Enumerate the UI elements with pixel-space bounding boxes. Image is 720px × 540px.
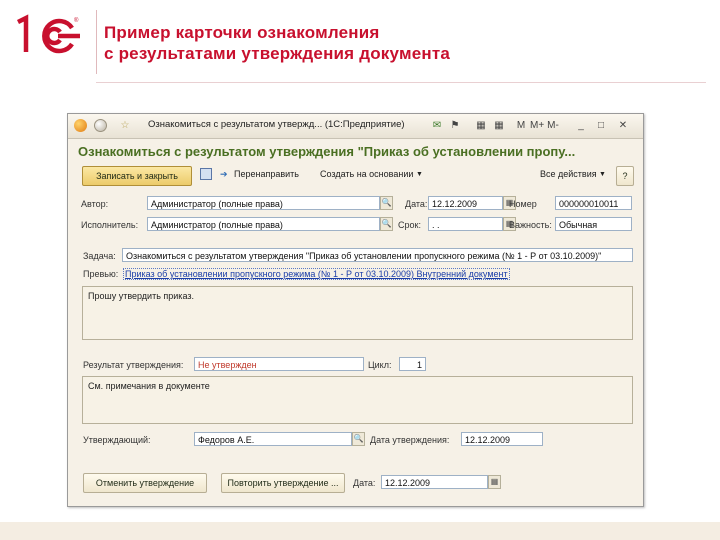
all-actions-button[interactable]: Все действия: [540, 169, 597, 179]
deadline-label: Срок:: [398, 220, 421, 230]
bottom-date-label: Дата:: [353, 478, 376, 488]
cycle-label: Цикл:: [368, 360, 392, 370]
1c-logo: ®: [16, 14, 80, 54]
mail-icon[interactable]: ✉: [430, 119, 444, 132]
preview-link[interactable]: Приказ об установлении пропускного режим…: [123, 268, 510, 280]
minimize-icon[interactable]: _: [574, 119, 588, 132]
create-based-button[interactable]: Создать на основании: [320, 169, 413, 179]
menu-icon[interactable]: [94, 119, 107, 132]
approval-date-field[interactable]: 12.12.2009: [461, 432, 543, 446]
author-label: Автор:: [81, 199, 109, 209]
memory-minus-icon[interactable]: M-: [546, 119, 560, 132]
executor-label: Исполнитель:: [81, 220, 139, 230]
svg-text:®: ®: [74, 17, 79, 24]
description-area[interactable]: Прошу утвердить приказ.: [82, 286, 633, 340]
slide-title: Пример карточки ознакомления с результат…: [104, 22, 450, 64]
date-field[interactable]: 12.12.2009: [428, 196, 503, 210]
document-heading: Ознакомиться с результатом утверждения "…: [78, 144, 576, 159]
number-label: Номер: [509, 199, 537, 209]
executor-search-icon[interactable]: 🔍: [380, 217, 393, 231]
result-field[interactable]: Не утвержден: [194, 357, 364, 371]
all-actions-chevron-icon[interactable]: ▼: [599, 171, 606, 178]
header-underline: [96, 82, 706, 83]
close-icon[interactable]: ✕: [616, 119, 630, 132]
cancel-approval-button[interactable]: Отменить утверждение: [83, 473, 207, 493]
app-window: ☆ Ознакомиться с результатом утвержд... …: [67, 113, 644, 507]
memory-icon[interactable]: M: [514, 119, 528, 132]
save-icon[interactable]: [200, 168, 212, 180]
approver-label: Утверждающий:: [83, 435, 151, 445]
slide-title-line2: с результатами утверждения документа: [104, 44, 451, 63]
app-icon[interactable]: [74, 119, 87, 132]
star-icon[interactable]: ☆: [118, 119, 132, 132]
redirect-icon: ➔: [220, 169, 228, 179]
footer-band: [0, 522, 720, 540]
number-field[interactable]: 000000010011: [555, 196, 632, 210]
memory-plus-icon[interactable]: M+: [530, 119, 544, 132]
window-title: Ознакомиться с результатом утвержд... (1…: [148, 119, 405, 130]
slide-title-line1: Пример карточки ознакомления: [104, 23, 380, 42]
author-field[interactable]: Администратор (полные права): [147, 196, 380, 210]
redirect-button[interactable]: Перенаправить: [234, 169, 299, 179]
result-label: Результат утверждения:: [83, 360, 184, 370]
header-divider: [96, 10, 97, 74]
flag-icon[interactable]: ⚑: [448, 119, 462, 132]
help-button[interactable]: ?: [616, 166, 634, 186]
create-based-chevron-icon[interactable]: ▼: [416, 171, 423, 178]
approver-search-icon[interactable]: 🔍: [352, 432, 365, 446]
importance-label: Важность:: [509, 220, 552, 230]
maximize-icon[interactable]: □: [594, 119, 608, 132]
date-label: Дата:: [405, 199, 428, 209]
save-close-button[interactable]: Записать и закрыть: [82, 166, 192, 186]
calc-icon[interactable]: ▦: [492, 119, 506, 132]
bottom-date-calendar-icon[interactable]: ▦: [488, 475, 501, 489]
executor-field[interactable]: Администратор (полные права): [147, 217, 380, 231]
task-field[interactable]: Ознакомиться с результатом утверждения "…: [122, 248, 633, 262]
grid-icon[interactable]: ▦: [474, 119, 488, 132]
comment-area[interactable]: См. примечания в документе: [82, 376, 633, 424]
deadline-field[interactable]: . .: [428, 217, 503, 231]
author-search-icon[interactable]: 🔍: [380, 196, 393, 210]
bottom-date-field[interactable]: 12.12.2009: [381, 475, 488, 489]
command-bar: Записать и закрыть ➔ Перенаправить Созда…: [78, 166, 638, 186]
importance-field[interactable]: Обычная: [555, 217, 632, 231]
preview-label: Превью:: [83, 269, 119, 279]
window-titlebar: ☆ Ознакомиться с результатом утвержд... …: [68, 114, 643, 139]
task-label: Задача:: [83, 251, 116, 261]
cycle-field[interactable]: 1: [399, 357, 426, 371]
approval-date-label: Дата утверждения:: [370, 435, 450, 445]
approver-field[interactable]: Федоров А.Е.: [194, 432, 352, 446]
repeat-approval-button[interactable]: Повторить утверждение ...: [221, 473, 345, 493]
